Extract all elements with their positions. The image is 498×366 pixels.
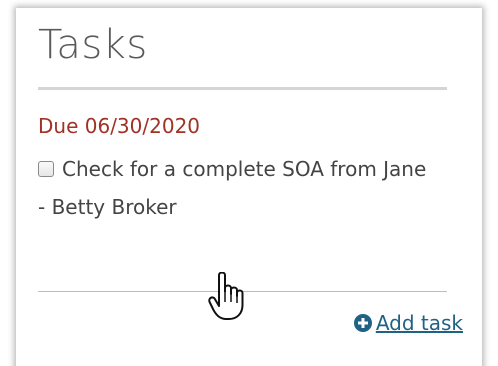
task-assignee: - Betty Broker [38,195,177,219]
add-task-label: Add task [375,311,463,335]
panel-title: Tasks [38,22,148,68]
task-item: Check for a complete SOA from Jane - Bet… [38,150,458,226]
task-text: Check for a complete SOA from Jane [62,157,427,181]
title-divider [38,87,447,90]
task-checkbox[interactable] [38,161,54,177]
task-due-date: Due 06/30/2020 [38,114,201,138]
plus-circle-icon [353,314,372,332]
add-task-link[interactable]: Add task [353,311,463,335]
hand-pointer-icon [208,272,244,320]
